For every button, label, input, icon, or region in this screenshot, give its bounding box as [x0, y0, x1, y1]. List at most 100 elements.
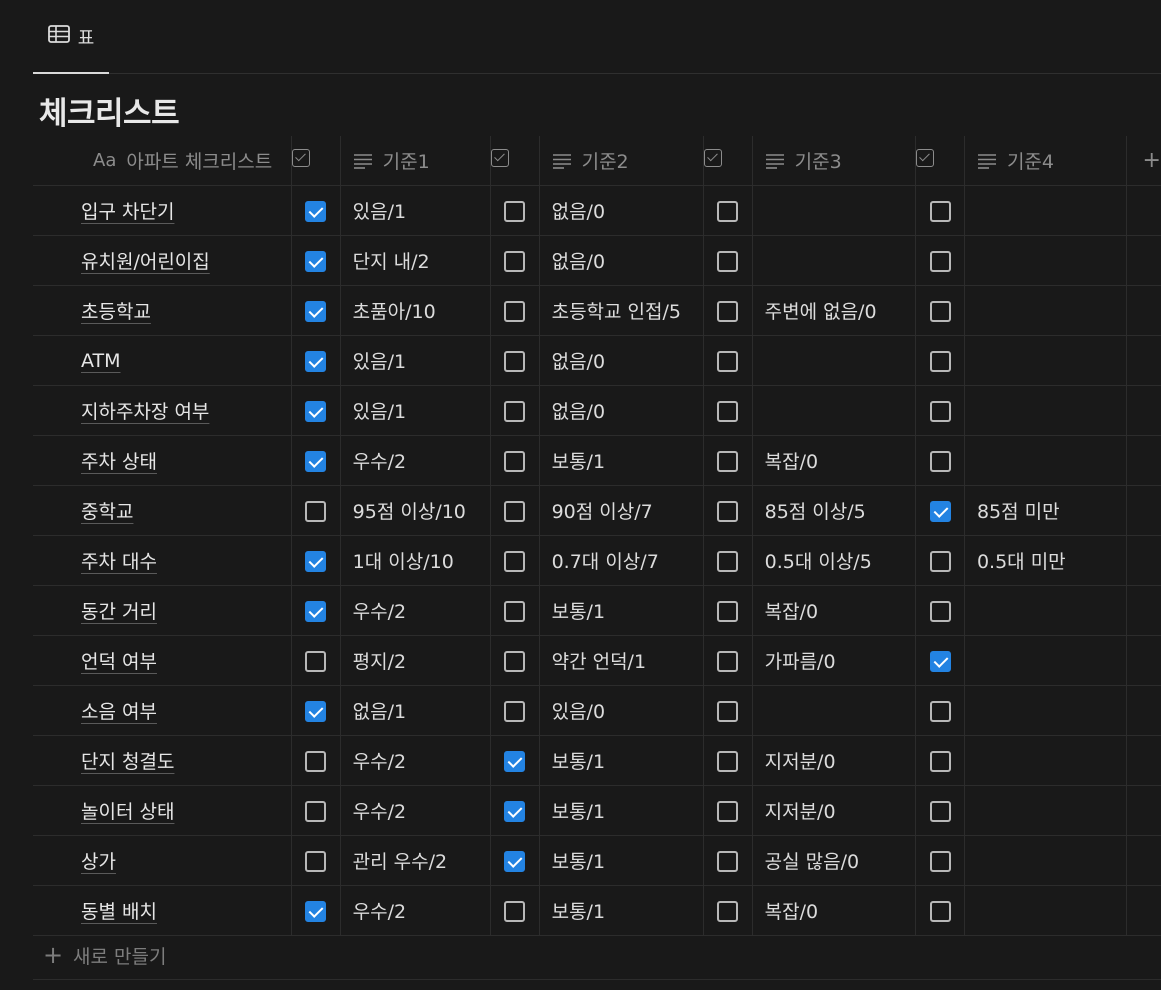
checkbox-unchecked[interactable]	[717, 600, 739, 622]
cell-criterion-text[interactable]	[964, 585, 1128, 636]
cell-criterion-text[interactable]: 0.5대 미만	[964, 535, 1128, 586]
checkbox-unchecked[interactable]	[504, 600, 526, 622]
checkbox-unchecked[interactable]	[305, 850, 327, 872]
cell-criterion-text[interactable]: 관리 우수/2	[340, 835, 491, 886]
row-title[interactable]: 중학교	[33, 501, 133, 523]
cell-criterion-text[interactable]: 있음/1	[340, 385, 491, 436]
checkbox-unchecked[interactable]	[929, 750, 951, 772]
row-title[interactable]: 유치원/어린이집	[33, 251, 210, 273]
cell-name[interactable]: 단지 청결도	[33, 735, 292, 786]
cell-criterion-text[interactable]	[752, 335, 917, 386]
checkbox-unchecked[interactable]	[929, 600, 951, 622]
cell-criterion-text[interactable]	[964, 185, 1128, 236]
checkbox-unchecked[interactable]	[929, 900, 951, 922]
cell-criterion-text[interactable]	[964, 735, 1128, 786]
row-title[interactable]: 단지 청결도	[33, 751, 174, 773]
checkbox-unchecked[interactable]	[717, 250, 739, 272]
cell-criterion-text[interactable]: 지저분/0	[752, 735, 917, 786]
cell-criterion-text[interactable]	[964, 435, 1128, 486]
cell-name[interactable]: 유치원/어린이집	[33, 235, 292, 286]
row-title[interactable]: 동별 배치	[33, 901, 157, 923]
checkbox-unchecked[interactable]	[929, 400, 951, 422]
checkbox-unchecked[interactable]	[929, 850, 951, 872]
row-title[interactable]: 초등학교	[33, 301, 151, 323]
cell-criterion-text[interactable]: 복잡/0	[752, 585, 917, 636]
header-criterion-4[interactable]: 기준4	[964, 136, 1128, 186]
cell-criterion-text[interactable]: 있음/1	[340, 335, 491, 386]
checkbox-unchecked[interactable]	[504, 650, 526, 672]
cell-criterion-text[interactable]: 복잡/0	[752, 885, 917, 936]
row-title[interactable]: 소음 여부	[33, 701, 157, 723]
cell-criterion-text[interactable]: 보통/1	[539, 435, 704, 486]
cell-criterion-text[interactable]: 85점 미만	[964, 485, 1128, 536]
checkbox-checked[interactable]	[929, 500, 951, 522]
cell-name[interactable]: 동간 거리	[33, 585, 292, 636]
cell-criterion-text[interactable]: 우수/2	[340, 785, 491, 836]
row-title[interactable]: ATM	[33, 350, 121, 372]
cell-criterion-text[interactable]: 복잡/0	[752, 435, 917, 486]
row-title[interactable]: 주차 상태	[33, 451, 157, 473]
checkbox-unchecked[interactable]	[929, 300, 951, 322]
cell-criterion-text[interactable]: 가파름/0	[752, 635, 917, 686]
tab-table-view[interactable]: 표	[33, 0, 109, 74]
checkbox-unchecked[interactable]	[717, 900, 739, 922]
checkbox-checked[interactable]	[305, 450, 327, 472]
cell-criterion-text[interactable]: 초등학교 인접/5	[539, 285, 704, 336]
row-title[interactable]: 놀이터 상태	[33, 801, 174, 823]
checkbox-unchecked[interactable]	[717, 800, 739, 822]
checkbox-checked[interactable]	[305, 250, 327, 272]
checkbox-unchecked[interactable]	[504, 500, 526, 522]
checkbox-unchecked[interactable]	[717, 200, 739, 222]
cell-criterion-text[interactable]	[964, 385, 1128, 436]
checkbox-unchecked[interactable]	[929, 200, 951, 222]
cell-criterion-text[interactable]	[752, 235, 917, 286]
checkbox-unchecked[interactable]	[504, 400, 526, 422]
cell-criterion-text[interactable]	[964, 835, 1128, 886]
checkbox-checked[interactable]	[305, 200, 327, 222]
cell-name[interactable]: 상가	[33, 835, 292, 886]
checkbox-unchecked[interactable]	[929, 250, 951, 272]
cell-criterion-text[interactable]: 없음/0	[539, 185, 704, 236]
cell-criterion-text[interactable]: 우수/2	[340, 735, 491, 786]
checkbox-checked[interactable]	[305, 300, 327, 322]
cell-criterion-text[interactable]: 0.5대 이상/5	[752, 535, 917, 586]
checkbox-unchecked[interactable]	[717, 450, 739, 472]
checkbox-checked[interactable]	[305, 400, 327, 422]
cell-criterion-text[interactable]: 85점 이상/5	[752, 485, 917, 536]
header-checkbox-1[interactable]	[291, 136, 341, 186]
checkbox-unchecked[interactable]	[717, 650, 739, 672]
cell-criterion-text[interactable]	[752, 385, 917, 436]
add-property-button[interactable]: +	[1126, 136, 1161, 186]
cell-criterion-text[interactable]: 95점 이상/10	[340, 485, 491, 536]
checkbox-checked[interactable]	[929, 650, 951, 672]
cell-criterion-text[interactable]: 없음/0	[539, 235, 704, 286]
cell-criterion-text[interactable]: 0.7대 이상/7	[539, 535, 704, 586]
checkbox-unchecked[interactable]	[717, 300, 739, 322]
cell-name[interactable]: 지하주차장 여부	[33, 385, 292, 436]
cell-criterion-text[interactable]: 보통/1	[539, 585, 704, 636]
row-title[interactable]: 주차 대수	[33, 551, 157, 573]
cell-criterion-text[interactable]: 보통/1	[539, 785, 704, 836]
cell-criterion-text[interactable]	[964, 685, 1128, 736]
checkbox-checked[interactable]	[305, 550, 327, 572]
cell-criterion-text[interactable]	[964, 785, 1128, 836]
cell-criterion-text[interactable]: 없음/1	[340, 685, 491, 736]
checkbox-checked[interactable]	[305, 350, 327, 372]
cell-criterion-text[interactable]	[752, 185, 917, 236]
cell-criterion-text[interactable]: 보통/1	[539, 885, 704, 936]
checkbox-unchecked[interactable]	[305, 750, 327, 772]
cell-criterion-text[interactable]: 없음/0	[539, 385, 704, 436]
cell-name[interactable]: 주차 상태	[33, 435, 292, 486]
checkbox-checked[interactable]	[504, 800, 526, 822]
checkbox-checked[interactable]	[305, 900, 327, 922]
cell-criterion-text[interactable]: 있음/1	[340, 185, 491, 236]
cell-criterion-text[interactable]: 단지 내/2	[340, 235, 491, 286]
checkbox-unchecked[interactable]	[504, 700, 526, 722]
row-title[interactable]: 동간 거리	[33, 601, 157, 623]
cell-criterion-text[interactable]	[964, 635, 1128, 686]
new-row-button[interactable]: + 새로 만들기	[33, 931, 1161, 980]
header-criterion-2[interactable]: 기준2	[539, 136, 704, 186]
cell-name[interactable]: 놀이터 상태	[33, 785, 292, 836]
cell-criterion-text[interactable]: 없음/0	[539, 335, 704, 386]
header-criterion-1[interactable]: 기준1	[340, 136, 491, 186]
